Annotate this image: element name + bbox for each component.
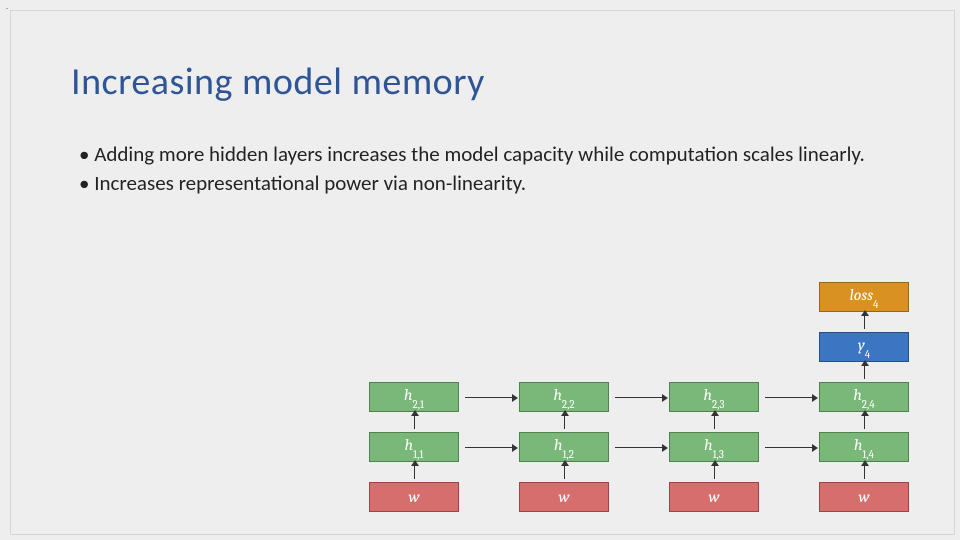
node-label: w	[708, 488, 719, 506]
arrow-up-icon	[864, 465, 865, 479]
slide-title: Increasing model memory	[71, 59, 485, 105]
arrow-right-icon	[765, 397, 813, 398]
node-loss: loss4	[819, 282, 909, 312]
node-label: h2,4	[853, 386, 874, 407]
arrow-up-icon	[864, 415, 865, 429]
node-h2-3: h2,3	[669, 382, 759, 412]
node-label: w	[858, 488, 869, 506]
arrow-right-icon	[615, 447, 663, 448]
node-label: h2,2	[553, 386, 574, 407]
arrow-right-icon	[465, 447, 513, 448]
row-h2: h2,1 h2,2 h2,3 h2,4	[369, 382, 909, 412]
node-label: h1,4	[854, 436, 874, 457]
arrow-right-icon	[615, 397, 663, 398]
node-label: loss4	[850, 286, 879, 307]
node-label: y4	[858, 336, 870, 357]
node-label: h2,3	[704, 386, 725, 407]
node-h1-1: h1,1	[369, 432, 459, 462]
arrow-up-icon	[714, 465, 715, 479]
node-label: h1,2	[554, 436, 574, 457]
node-w-2: w	[519, 482, 609, 512]
arrow-up-icon	[564, 465, 565, 479]
arrow-up-icon	[564, 415, 565, 429]
arrow-up-icon	[864, 315, 865, 329]
node-label: h2,1	[404, 386, 424, 407]
row-h1: h1,1 h1,2 h1,3 h1,4	[369, 432, 909, 462]
slide: Increasing model memory Adding more hidd…	[10, 10, 955, 535]
node-w-1: w	[369, 482, 459, 512]
arrow-right-icon	[765, 447, 813, 448]
arrow-up-icon	[414, 415, 415, 429]
arrow-up-icon	[414, 465, 415, 479]
row-w: w w w w	[369, 482, 909, 512]
node-h1-3: h1,3	[669, 432, 759, 462]
corner-dot: .	[6, 2, 8, 12]
node-label: w	[408, 488, 419, 506]
node-label: h1,3	[704, 436, 724, 457]
node-h2-1: h2,1	[369, 382, 459, 412]
row-y: y4	[369, 332, 909, 362]
arrow-up-icon	[864, 365, 865, 379]
network-diagram: loss4 y4 h2,1 h2,2 h2,3	[369, 282, 909, 512]
node-y: y4	[819, 332, 909, 362]
arrow-up-icon	[714, 415, 715, 429]
node-w-4: w	[819, 482, 909, 512]
node-h2-2: h2,2	[519, 382, 609, 412]
node-label: w	[558, 488, 569, 506]
node-h2-4: h2,4	[819, 382, 909, 412]
node-label: h1,1	[405, 436, 424, 457]
bullet-list: Adding more hidden layers increases the …	[79, 141, 894, 200]
node-h1-4: h1,4	[819, 432, 909, 462]
bullet-item: Increases representational power via non…	[79, 170, 894, 197]
arrow-right-icon	[465, 397, 513, 398]
node-h1-2: h1,2	[519, 432, 609, 462]
node-w-3: w	[669, 482, 759, 512]
row-loss: loss4	[369, 282, 909, 312]
bullet-item: Adding more hidden layers increases the …	[79, 141, 894, 168]
